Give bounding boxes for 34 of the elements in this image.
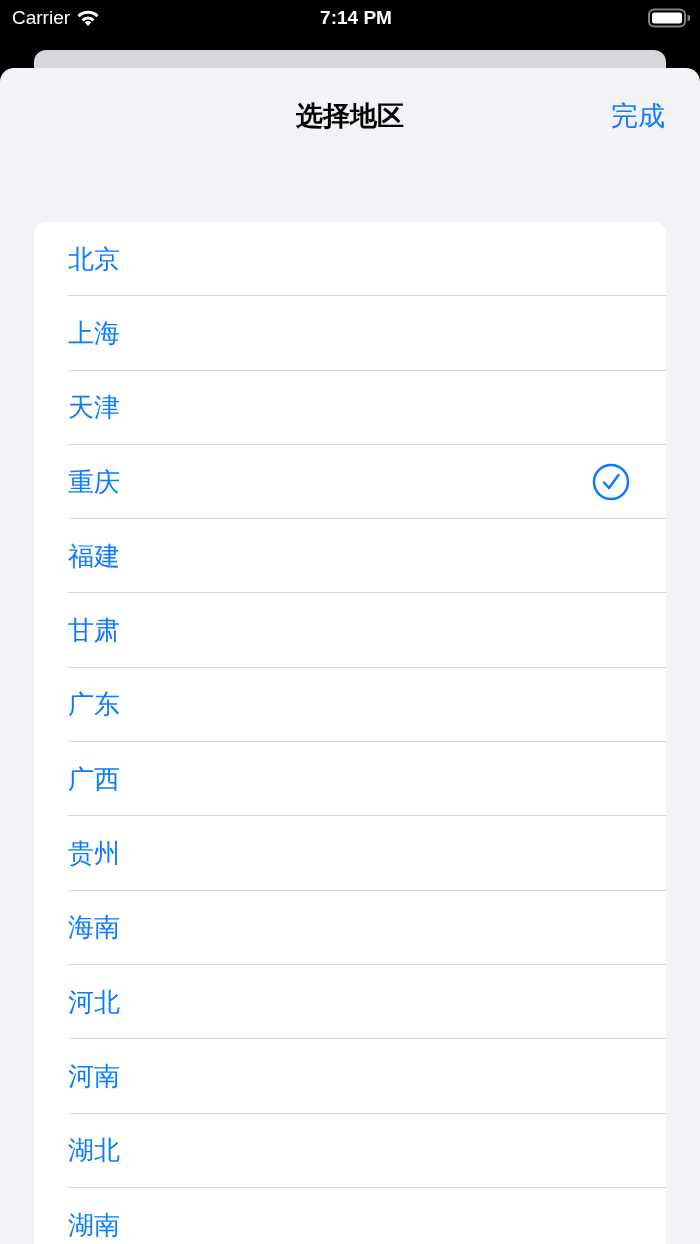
region-name: 上海: [68, 317, 120, 348]
region-row[interactable]: 河北: [68, 964, 666, 1040]
region-row[interactable]: 重庆: [68, 444, 666, 520]
battery-icon: [648, 8, 690, 28]
region-name: 海南: [68, 912, 120, 943]
region-row[interactable]: 海南: [68, 890, 666, 965]
carrier-name: Carrier: [12, 7, 71, 29]
region-row[interactable]: 天津: [68, 370, 666, 445]
region-name: 天津: [68, 392, 120, 423]
region-name: 河北: [68, 986, 120, 1017]
region-name: 湖北: [68, 1135, 120, 1166]
region-name: 重庆: [68, 466, 120, 497]
region-row[interactable]: 北京: [68, 222, 666, 297]
region-row[interactable]: 湖南: [68, 1187, 666, 1244]
region-name: 广东: [68, 689, 120, 720]
region-row[interactable]: 广东: [68, 667, 666, 743]
region-row[interactable]: 甘肃: [68, 593, 666, 668]
region-name: 贵州: [68, 838, 120, 868]
status-time: 7:14 PM: [320, 7, 392, 29]
region-name: 湖南: [68, 1209, 120, 1240]
region-name: 福建: [68, 540, 120, 571]
region-row[interactable]: 福建: [68, 519, 666, 594]
nav-title: 选择地区: [296, 100, 404, 133]
region-name: 北京: [68, 243, 120, 274]
region-name: 河南: [68, 1060, 120, 1091]
region-row[interactable]: 河南: [68, 1039, 666, 1114]
region-name: 甘肃: [68, 615, 120, 646]
wifi-icon: [76, 9, 101, 27]
done-button[interactable]: 完成: [611, 98, 665, 134]
region-row[interactable]: 广西: [68, 742, 666, 817]
region-row[interactable]: 湖北: [68, 1113, 666, 1188]
region-row[interactable]: 上海: [68, 296, 666, 371]
region-name: 广西: [68, 763, 120, 794]
region-row[interactable]: 贵州: [68, 816, 666, 891]
